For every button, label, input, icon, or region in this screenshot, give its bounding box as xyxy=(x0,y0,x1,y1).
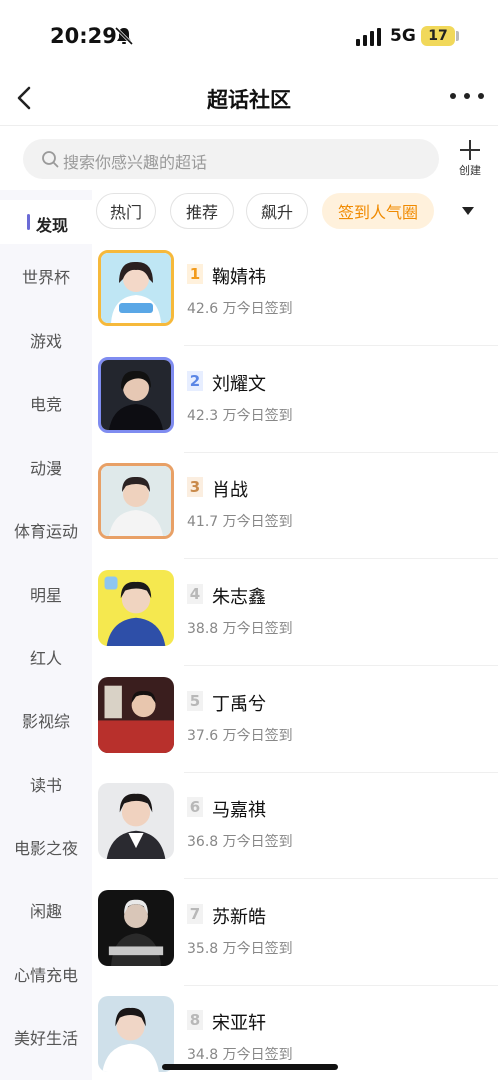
plus-icon xyxy=(460,140,480,160)
sidebar-item-stars[interactable]: 明星 xyxy=(0,582,92,606)
list-item[interactable]: 2 刘耀文 42.3 万今日签到 xyxy=(92,347,498,453)
checkin-count: 38.8 万今日签到 xyxy=(187,621,293,637)
sidebar-item-esports[interactable]: 电竞 xyxy=(0,391,92,415)
list-item[interactable]: 8 宋亚轩 34.8 万今日签到 xyxy=(92,986,498,1092)
rank-number: 1 xyxy=(187,264,203,284)
topic-name: 刘耀文 xyxy=(212,374,266,395)
rank-number: 2 xyxy=(187,371,203,391)
avatar xyxy=(98,463,174,539)
ranking-list: 1 鞠婧祎 42.6 万今日签到 2 刘耀文 42.3 万今日签到 3 肖战 4… xyxy=(92,240,498,1080)
rank-number: 5 xyxy=(187,691,203,711)
checkin-count: 35.8 万今日签到 xyxy=(187,941,293,957)
list-item[interactable]: 7 苏新皓 35.8 万今日签到 xyxy=(92,880,498,986)
rank-number: 8 xyxy=(187,1010,203,1030)
nav-divider xyxy=(0,125,498,126)
cellular-signal-icon xyxy=(356,28,381,46)
avatar xyxy=(98,996,174,1072)
avatar xyxy=(98,570,174,646)
more-options-icon[interactable] xyxy=(450,84,484,108)
rank-number: 3 xyxy=(187,477,203,497)
rank-number: 7 xyxy=(187,904,203,924)
page-title: 超话社区 xyxy=(207,88,291,112)
list-item[interactable]: 5 丁禹兮 37.6 万今日签到 xyxy=(92,667,498,773)
sidebar-item-discover[interactable]: 发现 xyxy=(0,200,92,244)
list-item[interactable]: 6 马嘉祺 36.8 万今日签到 xyxy=(92,773,498,879)
checkin-count: 41.7 万今日签到 xyxy=(187,514,293,530)
sidebar-item-reading[interactable]: 读书 xyxy=(0,772,92,796)
list-item[interactable]: 3 肖战 41.7 万今日签到 xyxy=(92,453,498,559)
home-indicator[interactable] xyxy=(162,1064,338,1070)
checkin-count: 42.3 万今日签到 xyxy=(187,408,293,424)
bell-muted-icon xyxy=(114,26,134,46)
list-item[interactable]: 4 朱志鑫 38.8 万今日签到 xyxy=(92,560,498,666)
topic-name: 丁禹兮 xyxy=(212,694,266,715)
filter-chips: 热门 推荐 飙升 签到人气圈 xyxy=(96,193,496,233)
sidebar-item-label: 发现 xyxy=(36,216,69,235)
topic-name: 肖战 xyxy=(212,480,248,501)
checkin-count: 42.6 万今日签到 xyxy=(187,301,293,317)
status-time: 20:29 xyxy=(50,24,117,48)
chip-rising[interactable]: 飙升 xyxy=(246,193,308,229)
battery-nub xyxy=(456,31,459,41)
active-indicator xyxy=(27,214,30,230)
row-divider xyxy=(184,558,498,559)
battery-level: 17 xyxy=(428,28,448,44)
network-type: 5G xyxy=(390,26,416,46)
avatar xyxy=(98,677,174,753)
search-icon xyxy=(42,151,59,168)
sidebar-item-good-life[interactable]: 美好生活 xyxy=(0,1025,92,1049)
sidebar-item-mood[interactable]: 心情充电 xyxy=(0,962,92,986)
avatar xyxy=(98,357,174,433)
avatar xyxy=(98,890,174,966)
status-bar: 20:29 5G 17 xyxy=(0,0,498,74)
row-divider xyxy=(184,665,498,666)
avatar xyxy=(98,250,174,326)
sidebar-item-leisure[interactable]: 闲趣 xyxy=(0,898,92,922)
create-label: 创建 xyxy=(459,164,481,177)
chip-hot[interactable]: 热门 xyxy=(96,193,156,229)
row-divider xyxy=(184,878,498,879)
search-placeholder: 搜索你感兴趣的超话 xyxy=(63,153,208,172)
topic-name: 宋亚轩 xyxy=(212,1013,266,1034)
sidebar-item-influencers[interactable]: 红人 xyxy=(0,645,92,669)
chevron-down-icon[interactable] xyxy=(462,207,474,215)
sidebar-item-sports[interactable]: 体育运动 xyxy=(0,518,92,542)
category-sidebar: 发现 世界杯 游戏 电竞 动漫 体育运动 明星 红人 影视综 读书 电影之夜 闲… xyxy=(0,190,92,1080)
battery-icon: 17 xyxy=(421,26,455,46)
nav-bar: 超话社区 xyxy=(0,74,498,124)
rank-number: 6 xyxy=(187,797,203,817)
chip-recommended[interactable]: 推荐 xyxy=(170,193,234,229)
chip-checkin-popularity[interactable]: 签到人气圈 xyxy=(322,193,434,229)
avatar xyxy=(98,783,174,859)
create-button[interactable]: 创建 xyxy=(450,140,490,180)
topic-name: 鞠婧祎 xyxy=(212,267,266,288)
sidebar-item-worldcup[interactable]: 世界杯 xyxy=(0,264,92,288)
checkin-count: 37.6 万今日签到 xyxy=(187,728,293,744)
sidebar-item-film-tv[interactable]: 影视综 xyxy=(0,708,92,732)
checkin-count: 36.8 万今日签到 xyxy=(187,834,293,850)
search-input[interactable]: 搜索你感兴趣的超话 xyxy=(23,139,439,179)
sidebar-item-anime[interactable]: 动漫 xyxy=(0,455,92,479)
row-divider xyxy=(184,345,498,346)
checkin-count: 34.8 万今日签到 xyxy=(187,1047,293,1063)
topic-name: 苏新皓 xyxy=(212,907,266,928)
rank-number: 4 xyxy=(187,584,203,604)
topic-name: 马嘉祺 xyxy=(212,800,266,821)
sidebar-item-games[interactable]: 游戏 xyxy=(0,328,92,352)
list-item[interactable]: 1 鞠婧祎 42.6 万今日签到 xyxy=(92,240,498,346)
topic-name: 朱志鑫 xyxy=(212,587,266,608)
sidebar-item-movie-night[interactable]: 电影之夜 xyxy=(0,835,92,859)
